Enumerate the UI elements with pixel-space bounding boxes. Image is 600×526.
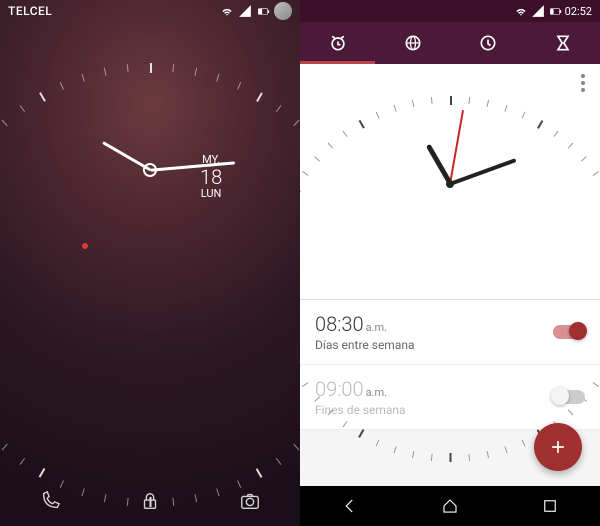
alarm-time: 09:00 xyxy=(315,377,364,401)
android-nav-bar xyxy=(300,486,600,526)
signal-icon xyxy=(531,4,545,18)
battery-icon xyxy=(548,4,562,18)
wifi-icon xyxy=(220,4,234,18)
notification-dot xyxy=(82,243,88,249)
clock-center xyxy=(446,180,454,188)
tab-alarm[interactable] xyxy=(300,22,375,64)
minute-hand xyxy=(449,158,516,186)
overflow-menu-icon[interactable] xyxy=(581,74,585,92)
camera-icon[interactable] xyxy=(239,490,261,512)
alarm-ampm: a.m. xyxy=(366,386,387,399)
status-bar-right: 02:52 xyxy=(300,0,600,22)
alarm-item[interactable]: 09:00a.m. Fines de semana xyxy=(300,365,600,430)
recent-icon[interactable] xyxy=(541,497,559,515)
back-icon[interactable] xyxy=(341,497,359,515)
plus-icon xyxy=(548,437,568,457)
clock-tabs xyxy=(300,22,600,64)
alarm-info: 09:00a.m. Fines de semana xyxy=(315,377,406,417)
status-time: 02:52 xyxy=(565,5,592,18)
lock-icon[interactable] xyxy=(139,490,161,512)
alarm-toggle[interactable] xyxy=(553,325,585,339)
status-bar-left: TELCEL xyxy=(0,0,300,22)
clock-face-area xyxy=(300,64,600,299)
status-icons-right: 02:52 xyxy=(514,4,592,18)
alarm-item[interactable]: 08:30a.m. Días entre semana xyxy=(300,300,600,365)
clock-center xyxy=(143,163,157,177)
tab-world[interactable] xyxy=(375,22,450,64)
hour-hand xyxy=(425,144,452,185)
carrier-label: TELCEL xyxy=(8,4,52,18)
tab-clock[interactable] xyxy=(450,22,525,64)
avatar[interactable] xyxy=(274,2,292,20)
add-alarm-button[interactable] xyxy=(534,423,582,471)
alarm-time: 08:30 xyxy=(315,312,364,336)
date-dow: LUN xyxy=(200,188,222,200)
lockscreen: TELCEL MY. 18 LUN xyxy=(0,0,300,526)
tab-timer[interactable] xyxy=(525,22,600,64)
status-icons-left xyxy=(220,2,292,20)
lockscreen-shortcuts xyxy=(0,476,300,526)
clock-app: 02:52 08:30a.m. Días entre semana xyxy=(300,0,600,526)
alarm-toggle[interactable] xyxy=(553,390,585,404)
date-block: MY. 18 LUN xyxy=(200,154,222,200)
alarm-info: 08:30a.m. Días entre semana xyxy=(315,312,415,352)
alarm-ampm: a.m. xyxy=(366,321,387,334)
battery-icon xyxy=(256,4,270,18)
alarm-label: Días entre semana xyxy=(315,338,415,352)
signal-icon xyxy=(238,4,252,18)
phone-icon[interactable] xyxy=(39,490,61,512)
app-clock-face xyxy=(355,89,545,279)
lockscreen-clock: MY. 18 LUN xyxy=(35,55,265,285)
home-icon[interactable] xyxy=(441,497,459,515)
second-hand xyxy=(449,110,464,184)
wifi-icon xyxy=(514,4,528,18)
date-day: 18 xyxy=(200,166,222,188)
